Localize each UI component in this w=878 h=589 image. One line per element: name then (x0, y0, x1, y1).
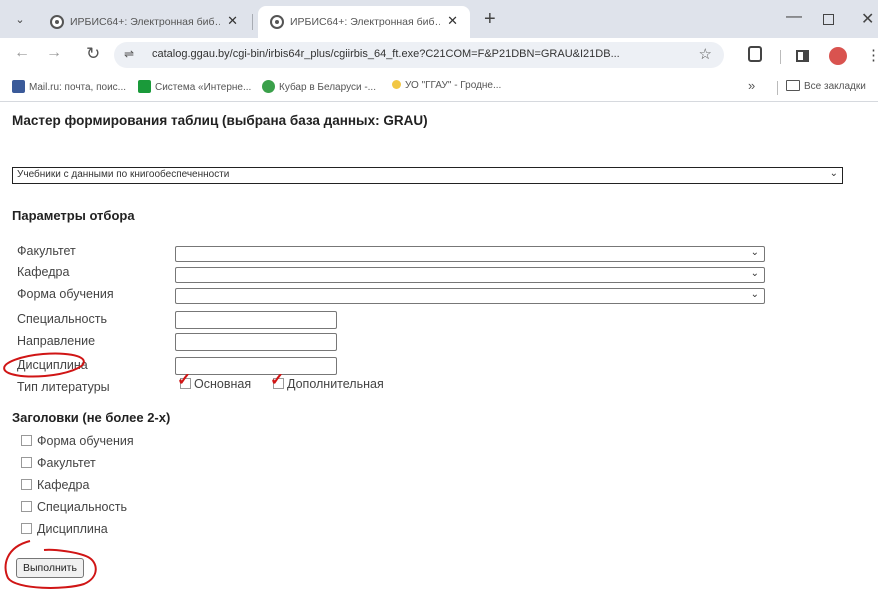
lit-type-label: Тип литературы (17, 380, 110, 394)
close-tab-icon[interactable]: ✕ (227, 13, 238, 29)
department-select[interactable]: ⌄ (175, 267, 765, 283)
specialty-input[interactable] (175, 311, 337, 329)
checkbox[interactable] (21, 457, 32, 468)
params-section-title: Параметры отбора (12, 208, 135, 223)
new-tab-button[interactable]: + (484, 8, 496, 31)
globe-icon (270, 15, 284, 29)
department-label: Кафедра (17, 265, 70, 279)
tab-divider (252, 14, 253, 30)
close-tab-icon[interactable]: ✕ (447, 13, 458, 29)
checkbox[interactable] (21, 435, 32, 446)
tab-title: ИРБИС64+: Электронная биб… (70, 16, 220, 28)
header-option-label: Дисциплина (37, 522, 108, 536)
side-panel-icon[interactable] (796, 50, 809, 62)
report-type-value: Учебники с данными по книгообеспеченност… (17, 169, 230, 180)
back-arrow-icon[interactable]: ← (14, 44, 30, 62)
bookmark-kufar[interactable]: Кубар в Беларуси -... (262, 80, 376, 93)
bookmark-ggau[interactable]: УО "ГГАУ" - Гродне... (392, 80, 501, 91)
forward-arrow-icon[interactable]: → (46, 44, 62, 62)
menu-dots-icon[interactable]: ⋮ (866, 46, 878, 64)
checkbox[interactable] (21, 479, 32, 490)
site-info-icon[interactable]: ⇌ (124, 47, 134, 61)
bookmark-label: УО "ГГАУ" - Гродне... (405, 80, 502, 91)
bookmarks-divider (777, 81, 778, 95)
tab-strip: ⌄ ИРБИС64+: Электронная биб… ✕ ИРБИС64+:… (0, 0, 878, 38)
direction-input[interactable] (175, 333, 337, 351)
address-bar[interactable]: ⇌ catalog.ggau.by/cgi-bin/irbis64r_plus/… (114, 42, 724, 68)
bookmark-label: Все закладки (804, 81, 866, 92)
chevron-down-icon: ⌄ (750, 268, 759, 279)
url-text[interactable]: catalog.ggau.by/cgi-bin/irbis64r_plus/cg… (152, 48, 687, 60)
site-icon (392, 80, 401, 89)
site-icon (262, 80, 275, 93)
header-option-department[interactable]: Кафедра (21, 478, 89, 492)
header-option-label: Специальность (37, 500, 127, 514)
lit-type-additional-checkbox[interactable]: ✓ Дополнительная (270, 370, 384, 391)
site-icon (138, 80, 151, 93)
header-option-discipline[interactable]: Дисциплина (21, 522, 108, 536)
discipline-input[interactable] (175, 357, 337, 375)
chevron-down-icon: ⌄ (750, 247, 759, 258)
chevron-down-icon: ⌄ (829, 168, 838, 179)
report-type-select[interactable]: Учебники с данными по книгообеспеченност… (12, 167, 843, 184)
bookmark-label: Кубар в Беларуси -... (279, 82, 376, 93)
lit-type-main-checkbox[interactable]: ✓ Основная (177, 370, 252, 391)
mail-icon (12, 80, 25, 93)
tab-title: ИРБИС64+: Электронная биб… (290, 16, 440, 28)
bookmark-star-icon[interactable]: ☆ (699, 45, 712, 63)
maximize-icon[interactable] (823, 14, 834, 25)
profile-avatar[interactable] (829, 47, 847, 65)
close-window-icon[interactable]: ✕ (861, 9, 874, 29)
faculty-select[interactable]: ⌄ (175, 246, 765, 262)
browser-toolbar: ← → ↻ ⇌ catalog.ggau.by/cgi-bin/irbis64r… (0, 38, 878, 72)
tab-search-chevron-icon[interactable]: ⌄ (10, 10, 30, 30)
study-form-label: Форма обучения (17, 287, 114, 301)
header-option-faculty[interactable]: Факультет (21, 456, 96, 470)
reload-icon[interactable]: ↻ (86, 44, 100, 64)
header-option-study-form[interactable]: Форма обучения (21, 434, 134, 448)
study-form-select[interactable]: ⌄ (175, 288, 765, 304)
bookmark-label: Mail.ru: почта, поис... (29, 82, 127, 93)
bookmarks-bar: Mail.ru: почта, поис... Система «Интерне… (0, 72, 878, 102)
bookmark-label: Система «Интерне... (155, 82, 252, 93)
lit-type-main-label: Основная (194, 377, 252, 391)
browser-tab-active[interactable]: ИРБИС64+: Электронная биб… ✕ (258, 6, 470, 38)
bookmarks-more-icon[interactable]: » (748, 78, 755, 93)
header-option-label: Форма обучения (37, 434, 134, 448)
page-title: Мастер формирования таблиц (выбрана база… (12, 113, 428, 128)
header-option-label: Кафедра (37, 478, 90, 492)
headers-section-title: Заголовки (не более 2-х) (12, 410, 171, 425)
toolbar-divider (780, 50, 781, 64)
all-bookmarks-folder[interactable]: Все закладки (786, 80, 866, 92)
extensions-icon[interactable] (748, 46, 762, 62)
check-mark-icon: ✓ (177, 370, 192, 389)
browser-tab[interactable]: ИРБИС64+: Электронная биб… ✕ (38, 6, 250, 38)
minimize-icon[interactable]: — (786, 8, 802, 26)
chevron-down-icon: ⌄ (750, 289, 759, 300)
checkbox[interactable] (21, 523, 32, 534)
checkbox[interactable] (21, 501, 32, 512)
lit-type-additional-label: Дополнительная (287, 377, 384, 391)
globe-icon (50, 15, 64, 29)
faculty-label: Факультет (17, 244, 76, 258)
direction-label: Направление (17, 334, 96, 348)
specialty-label: Специальность (17, 312, 107, 326)
header-option-label: Факультет (37, 456, 96, 470)
check-mark-icon: ✓ (270, 370, 285, 389)
header-option-specialty[interactable]: Специальность (21, 500, 127, 514)
checkbox[interactable]: ✓ (270, 370, 284, 389)
discipline-label: Дисциплина (17, 358, 88, 372)
run-button[interactable]: Выполнить (16, 558, 84, 578)
checkbox[interactable]: ✓ (177, 370, 191, 389)
bookmark-mailru[interactable]: Mail.ru: почта, поис... (12, 80, 126, 93)
folder-icon (786, 80, 800, 91)
bookmark-internet-system[interactable]: Система «Интерне... (138, 80, 251, 93)
